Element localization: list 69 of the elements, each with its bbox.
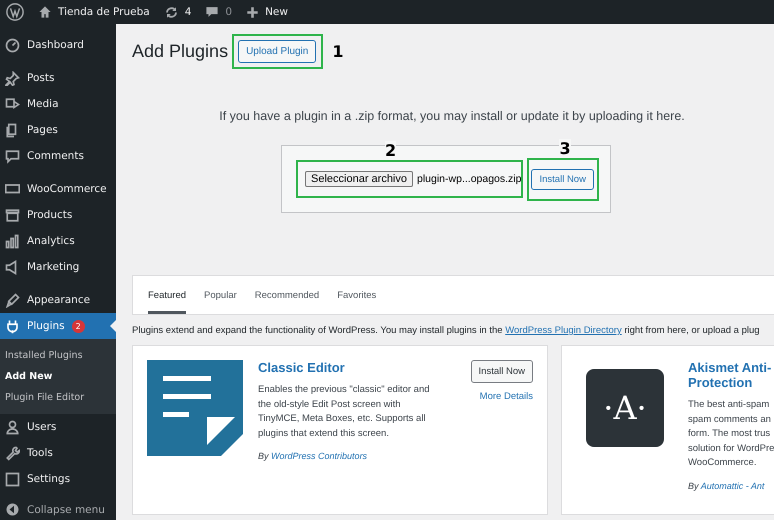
author-label: By: [688, 480, 699, 490]
menu-item[interactable]: Comments: [0, 143, 116, 169]
menu-item[interactable]: Media: [0, 91, 116, 117]
new-link[interactable]: New: [265, 6, 288, 18]
comment-icon[interactable]: [205, 5, 220, 19]
comments-count[interactable]: 0: [225, 6, 232, 18]
menu-icon: [5, 292, 20, 308]
menu-item[interactable]: Analytics: [0, 228, 116, 254]
wordpress-logo-icon[interactable]: [6, 3, 24, 21]
menu-item[interactable]: Plugins 2: [0, 313, 116, 339]
site-name-link[interactable]: Tienda de Prueba: [58, 6, 150, 18]
author-link[interactable]: Automattic - Ant: [700, 480, 764, 490]
update-count-badge: 2: [72, 320, 85, 332]
menu-item[interactable]: WooCommerce: [0, 176, 116, 202]
menu-item[interactable]: Dashboard: [0, 32, 116, 58]
menu-icon: [5, 148, 20, 164]
author-label: By: [258, 451, 269, 461]
menu-item[interactable]: Settings: [0, 466, 116, 492]
updates-count[interactable]: 4: [184, 6, 192, 18]
install-now-button[interactable]: Install Now: [531, 168, 594, 190]
refresh-icon[interactable]: [164, 4, 179, 20]
plugin-description: The best anti-spam spam comments an form. The most trus solution for WordPre WooCommerce.: [688, 398, 774, 470]
akismet-logo: ·A·: [586, 369, 664, 447]
author-link[interactable]: WordPress Contributors: [271, 451, 368, 461]
collapse-menu-button[interactable]: Collapse menu: [0, 499, 116, 520]
filter-tab[interactable]: Featured: [148, 276, 186, 314]
plugin-directory-link[interactable]: WordPress Plugin Directory: [505, 325, 622, 336]
menu-item[interactable]: Tools: [0, 440, 116, 466]
filter-tab[interactable]: Favorites: [337, 276, 376, 314]
plugin-description: Enables the previous "classic" editor and the old-style Edit Post screen with TinyMCE, Meta Boxes, etc. Supports all plugins that extend this screen.: [258, 383, 431, 440]
menu-item[interactable]: Products: [0, 202, 116, 228]
submenu-item[interactable]: Plugin File Editor: [0, 387, 116, 408]
more-details-link[interactable]: More Details: [480, 391, 533, 402]
menu-icon: [5, 446, 20, 460]
plugin-title-link[interactable]: Classic Editor: [258, 360, 456, 375]
menu-icon: [5, 182, 20, 196]
annotation-frame: [527, 158, 599, 200]
annotation-number: 1: [332, 42, 344, 60]
install-now-button[interactable]: Install Now: [470, 360, 533, 383]
plus-icon[interactable]: [246, 6, 260, 18]
menu-icon: [5, 70, 20, 86]
intro-text: Plugins extend and expand the functionality of WordPress. You may install plugins in the WordPress Plugin Directory right from here, or upload a plug: [132, 325, 761, 336]
submenu-item[interactable]: Add New: [0, 366, 116, 387]
choose-file-button[interactable]: Seleccionar archivo: [305, 171, 413, 187]
menu-icon: [5, 318, 20, 334]
file-name: plugin-wp...opagos.zip: [417, 173, 522, 185]
menu-item[interactable]: Marketing: [0, 254, 116, 280]
annotation-number: 3: [559, 138, 571, 158]
plugin-title-link[interactable]: Akismet Anti- Protection: [688, 360, 774, 390]
menu-icon: [5, 96, 20, 112]
menu-icon: [5, 234, 20, 248]
menu-icon: [5, 208, 20, 222]
menu-item[interactable]: Pages: [0, 117, 116, 143]
menu-item[interactable]: Users: [0, 414, 116, 440]
home-icon[interactable]: [38, 5, 52, 19]
upload-plugin-button[interactable]: Upload Plugin: [238, 40, 316, 62]
menu-item[interactable]: Appearance: [0, 287, 116, 313]
filter-tab[interactable]: Recommended: [254, 276, 320, 314]
document-icon: [147, 360, 243, 456]
menu-icon: [5, 472, 20, 486]
collapse-icon: [5, 502, 20, 517]
upload-help-text: If you have a plugin in a .zip format, you may install or update it by uploading it here.: [218, 109, 686, 123]
current-pointer-icon: [110, 320, 116, 332]
menu-icon: [5, 420, 20, 434]
filter-tab[interactable]: Popular: [204, 276, 237, 314]
menu-item[interactable]: Posts: [0, 65, 116, 91]
page-title: Add Plugins: [132, 40, 228, 62]
submenu-item[interactable]: Installed Plugins: [0, 345, 116, 366]
menu-icon: [5, 38, 20, 52]
